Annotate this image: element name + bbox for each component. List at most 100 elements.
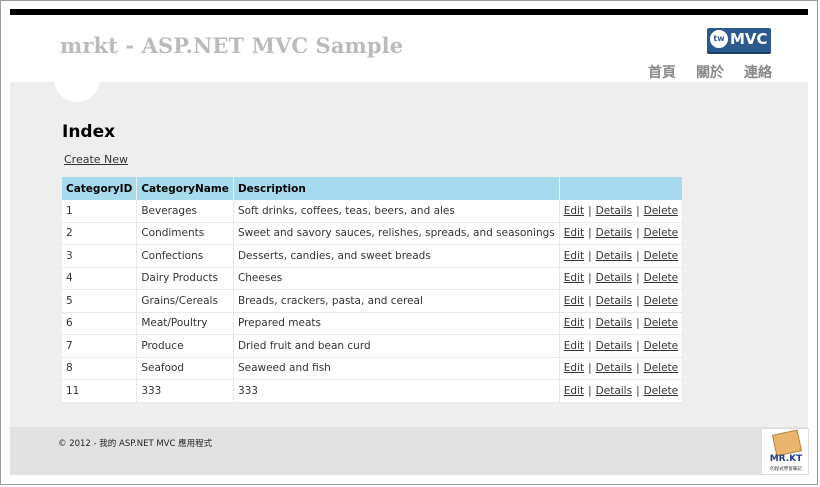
delete-link[interactable]: Delete <box>644 250 679 262</box>
cell-category-name: Beverages <box>136 200 234 223</box>
action-separator: | <box>588 227 592 240</box>
table-row: 4 Dairy Products Cheeses Edit | Details | Delet… <box>62 267 684 290</box>
nav-home[interactable]: 首頁 <box>648 62 676 82</box>
cell-category-id: 1 <box>62 200 138 223</box>
cell-category-name: 333 <box>136 379 234 403</box>
action-separator: | <box>588 204 592 217</box>
delete-link[interactable]: Delete <box>644 362 679 374</box>
delete-link[interactable]: Delete <box>644 340 679 352</box>
top-bar <box>10 9 808 15</box>
edit-link[interactable]: Edit <box>564 227 584 239</box>
column-header-categoryname: CategoryName <box>136 177 234 200</box>
edit-link[interactable]: Edit <box>564 340 584 352</box>
site-title: mrkt - ASP.NET MVC Sample <box>60 33 404 58</box>
action-separator: | <box>636 317 640 330</box>
cell-description: Sweet and savory sauces, relishes, sprea… <box>233 222 560 245</box>
details-link[interactable]: Details <box>596 362 632 374</box>
action-separator: | <box>588 339 592 352</box>
edit-link[interactable]: Edit <box>564 250 584 262</box>
details-link[interactable]: Details <box>596 227 632 239</box>
action-separator: | <box>636 249 640 262</box>
footer-copyright: © 2012 - 我的 ASP.NET MVC 應用程式 <box>58 439 213 449</box>
column-header-categoryid: CategoryID <box>62 177 138 200</box>
table-row: 5 Grains/Cereals Breads, crackers, pasta, … <box>62 289 684 313</box>
cell-description: Prepared meats <box>233 312 560 335</box>
action-separator: | <box>636 204 640 217</box>
cell-category-id: 11 <box>62 379 138 403</box>
details-link[interactable]: Details <box>596 295 632 307</box>
edit-link[interactable]: Edit <box>564 272 584 284</box>
cell-category-id: 6 <box>62 312 138 335</box>
cell-description: Dried fruit and bean curd <box>233 334 560 358</box>
cell-actions: Edit | Details | Delete <box>559 379 684 403</box>
cell-category-name: Meat/Poultry <box>136 312 234 335</box>
action-separator: | <box>636 384 640 397</box>
badge-name: MR.KT <box>769 454 803 464</box>
cell-description: 333 <box>233 379 560 403</box>
action-separator: | <box>588 362 592 375</box>
watermark-badge: MR.KT 的程式學習筆記 <box>761 428 809 475</box>
column-header-description: Description <box>233 177 560 200</box>
details-link[interactable]: Details <box>596 340 632 352</box>
delete-link[interactable]: Delete <box>644 205 679 217</box>
cell-description: Soft drinks, coffees, teas, beers, and a… <box>233 200 560 223</box>
cell-category-name: Seafood <box>136 357 234 380</box>
cell-actions: Edit | Details | Delete <box>559 334 684 358</box>
cell-category-name: Confections <box>136 244 234 268</box>
cell-actions: Edit | Details | Delete <box>559 200 684 223</box>
details-link[interactable]: Details <box>596 205 632 217</box>
cell-category-name: Grains/Cereals <box>136 289 234 313</box>
action-separator: | <box>588 272 592 285</box>
action-separator: | <box>588 294 592 307</box>
logo-text: MVC <box>730 30 768 48</box>
tw-logo-icon: tw <box>710 30 728 48</box>
action-separator: | <box>636 227 640 240</box>
action-separator: | <box>636 339 640 352</box>
delete-link[interactable]: Delete <box>644 295 679 307</box>
edit-link[interactable]: Edit <box>564 385 584 397</box>
details-link[interactable]: Details <box>596 272 632 284</box>
table-row: 6 Meat/Poultry Prepared meats Edit | Details |… <box>62 312 684 335</box>
delete-link[interactable]: Delete <box>644 272 679 284</box>
cell-actions: Edit | Details | Delete <box>559 357 684 380</box>
edit-link[interactable]: Edit <box>564 205 584 217</box>
column-header-actions <box>559 177 684 200</box>
create-new-link[interactable]: Create New <box>64 153 128 166</box>
decorative-bump <box>54 58 100 102</box>
delete-link[interactable]: Delete <box>644 227 679 239</box>
table-row: 2 Condiments Sweet and savory sauces, reli… <box>62 222 684 245</box>
delete-link[interactable]: Delete <box>644 385 679 397</box>
table-row: 1 Beverages Soft drinks, coffees, teas, be… <box>62 200 684 223</box>
action-separator: | <box>636 362 640 375</box>
category-table: CategoryID CategoryName Description 1 Bev… <box>62 177 684 403</box>
cell-actions: Edit | Details | Delete <box>559 222 684 245</box>
edit-link[interactable]: Edit <box>564 362 584 374</box>
delete-link[interactable]: Delete <box>644 317 679 329</box>
page-title: Index <box>62 122 116 142</box>
cell-actions: Edit | Details | Delete <box>559 289 684 313</box>
table-row: 8 Seafood Seaweed and fish Edit | Details | Del… <box>62 357 684 380</box>
cell-actions: Edit | Details | Delete <box>559 312 684 335</box>
details-link[interactable]: Details <box>596 250 632 262</box>
notepad-icon <box>771 429 803 457</box>
table-row: 3 Confections Desserts, candies, and sweet… <box>62 244 684 268</box>
cell-category-name: Condiments <box>136 222 234 245</box>
nav-about[interactable]: 關於 <box>696 62 724 82</box>
nav-contact[interactable]: 連絡 <box>744 62 772 82</box>
cell-category-id: 7 <box>62 334 138 358</box>
main-nav: 首頁 關於 連絡 <box>648 62 772 82</box>
action-separator: | <box>588 249 592 262</box>
details-link[interactable]: Details <box>596 385 632 397</box>
edit-link[interactable]: Edit <box>564 317 584 329</box>
cell-description: Desserts, candies, and sweet breads <box>233 244 560 268</box>
cell-category-id: 5 <box>62 289 138 313</box>
table-row: 11 333 333 Edit | Details | Delete <box>62 379 684 403</box>
action-separator: | <box>588 317 592 330</box>
mvc-logo: tw MVC <box>707 28 771 52</box>
cell-description: Seaweed and fish <box>233 357 560 380</box>
table-row: 7 Produce Dried fruit and bean curd Edit | De… <box>62 334 684 358</box>
details-link[interactable]: Details <box>596 317 632 329</box>
action-separator: | <box>636 294 640 307</box>
cell-actions: Edit | Details | Delete <box>559 244 684 268</box>
edit-link[interactable]: Edit <box>564 295 584 307</box>
